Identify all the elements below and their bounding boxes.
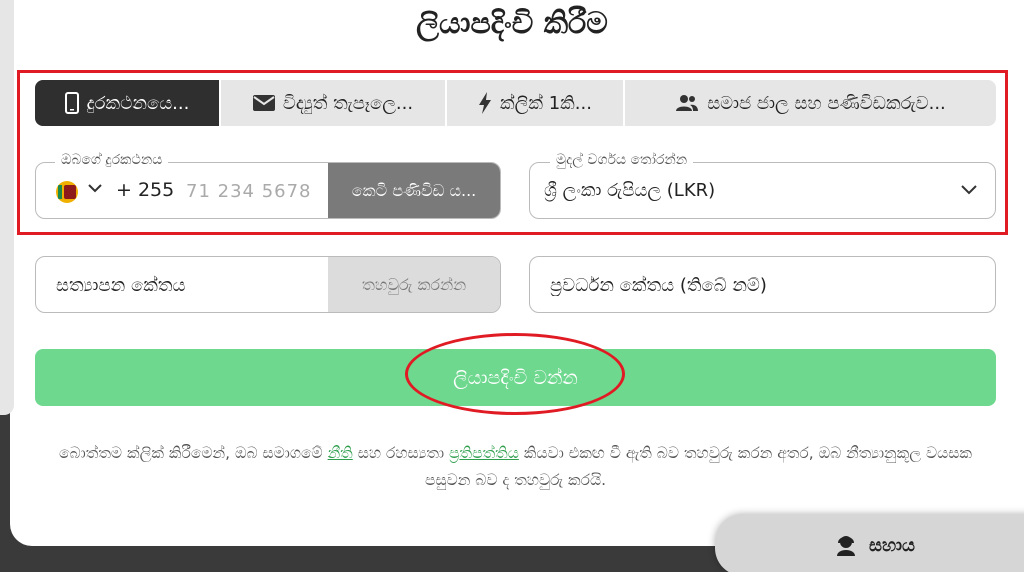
currency-legend: මුදල් වර්ගය තෝරන්න	[550, 153, 694, 167]
registration-method-tabs: දුරකථනයෙ... විද්‍යුත් තැපෑලෙ... ක්ලික් 1…	[35, 80, 996, 126]
tab-label: දුරකථනයෙ...	[86, 92, 190, 114]
chevron-down-icon[interactable]	[88, 183, 102, 193]
send-sms-code-button[interactable]: කෙටි පණිවිඩ ය...	[328, 163, 500, 218]
currency-value: ශ්‍රී ලංකා රුපියල (LKR)	[544, 180, 716, 201]
terms-prefix: බොත්තම ක්ලික් කිරීමෙන්, ඔබ සමාගමේ	[59, 444, 328, 462]
confirm-button[interactable]: තහවුරු කරන්න	[328, 257, 500, 312]
envelope-icon	[252, 95, 275, 111]
verification-code-input[interactable]	[56, 271, 326, 299]
users-icon	[676, 95, 699, 111]
terms-text: බොත්තම ක්ලික් කිරීමෙන්, ඔබ සමාගමේ නීති ස…	[35, 440, 996, 494]
currency-select[interactable]: ශ්‍රී ලංකා රුපියල (LKR)	[529, 162, 996, 219]
tab-email[interactable]: විද්‍යුත් තැපෑලෙ...	[221, 80, 447, 126]
chevron-down-icon	[961, 185, 977, 195]
promo-code-input[interactable]	[550, 271, 970, 299]
side-panel-edge	[0, 0, 14, 415]
tab-label: සමාජ ජාල සහ පණිවිඩකරුව...	[707, 92, 946, 114]
phone-icon	[64, 92, 79, 114]
rules-link[interactable]: නීති	[328, 444, 353, 462]
support-agent-icon	[837, 536, 855, 556]
tab-phone[interactable]: දුරකථනයෙ...	[35, 80, 221, 126]
tab-one-click[interactable]: ක්ලික් 1කි...	[447, 80, 625, 126]
privacy-policy-link[interactable]: ප්‍රතිපත්තිය	[449, 444, 519, 462]
phone-input[interactable]	[186, 177, 331, 205]
tab-label: ක්ලික් 1කි...	[500, 92, 592, 114]
lightning-icon	[479, 92, 492, 114]
help-button[interactable]: සහාය	[715, 514, 1024, 572]
verification-field: තහවුරු කරන්න	[35, 256, 501, 313]
register-button[interactable]: ලියාපදිංචි වන්න	[35, 349, 996, 406]
phone-legend: ඔබගේ දුරකථනය	[55, 153, 169, 167]
tab-social[interactable]: සමාජ ජාල සහ පණිවිඩකරුව...	[625, 80, 996, 126]
page-title: ලියාපදිංචි කිරීම	[416, 6, 608, 41]
sri-lanka-flag-icon[interactable]	[56, 181, 78, 203]
help-label: සහාය	[869, 534, 915, 556]
tab-label: විද්‍යුත් තැපෑලෙ...	[282, 92, 414, 114]
promo-field	[529, 256, 996, 313]
terms-middle: සහ රහස්‍යතා	[352, 444, 449, 462]
phone-field: + 255 කෙටි පණිවිඩ ය...	[35, 162, 501, 219]
country-code: + 255	[116, 179, 175, 201]
